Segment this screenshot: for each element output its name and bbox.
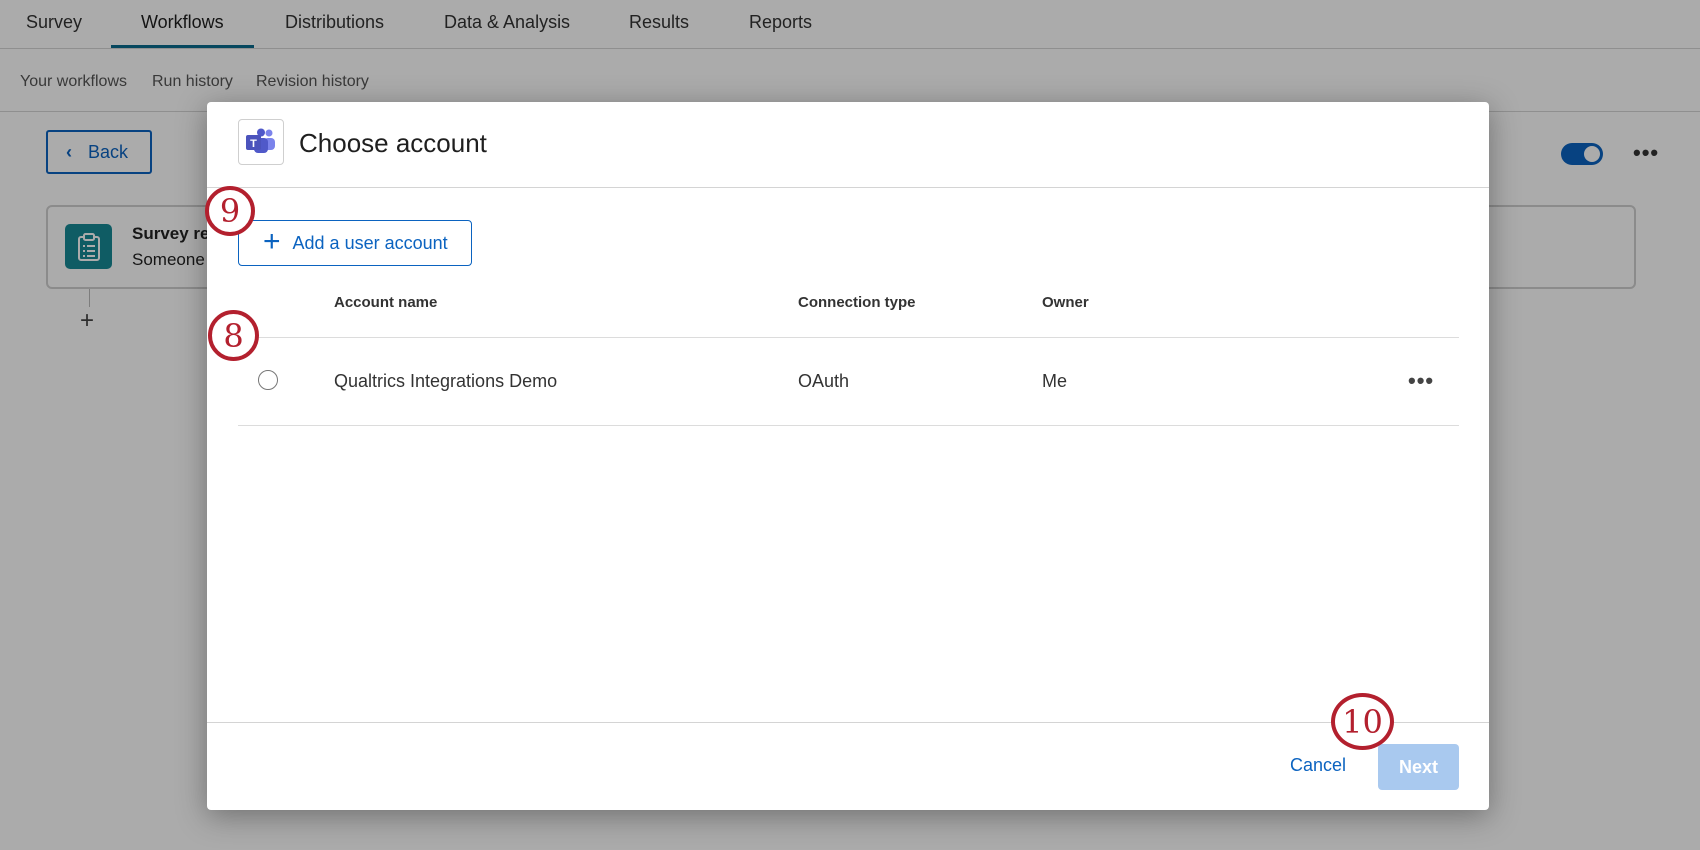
next-button[interactable]: Next [1378,744,1459,790]
table-row[interactable]: Qualtrics Integrations Demo OAuth Me ••• [238,338,1459,426]
step-marker-9: 9 [205,186,255,236]
step-marker-8: 8 [208,310,259,361]
add-user-account-button[interactable]: + Add a user account [238,220,472,266]
svg-text:T: T [250,138,257,150]
dialog-footer: Cancel Next [207,722,1489,810]
owner-cell: Me [1042,371,1068,391]
column-connection-type: Connection type [798,294,916,311]
add-user-account-label: Add a user account [292,232,448,253]
cancel-button[interactable]: Cancel [1290,755,1346,776]
dialog-header: T Choose account [207,102,1489,188]
column-account-name: Account name [334,294,438,311]
microsoft-teams-icon: T [238,119,284,165]
column-owner: Owner [1042,294,1089,311]
dialog-title: Choose account [299,128,487,158]
account-name-cell: Qualtrics Integrations Demo [334,371,558,391]
accounts-table-header: Account name Connection type Owner [238,264,1459,338]
choose-account-dialog: T Choose account + Add a user account Ac… [207,102,1489,810]
row-ellipsis-icon[interactable]: ••• [1408,368,1434,394]
step-marker-10: 10 [1331,693,1394,750]
plus-icon: + [263,224,281,258]
connection-type-cell: OAuth [798,371,850,391]
account-select-radio[interactable] [258,370,278,390]
